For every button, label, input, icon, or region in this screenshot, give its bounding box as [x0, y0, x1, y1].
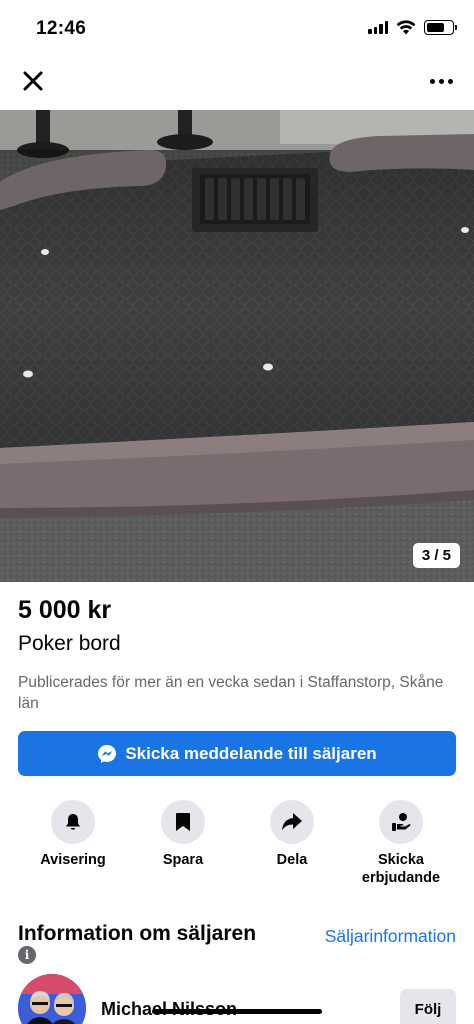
seller-details-link[interactable]: Säljarinformation [325, 926, 456, 947]
status-time: 12:46 [36, 18, 87, 39]
make-offer-button[interactable]: Skicka erbjudande [351, 800, 451, 887]
photo-counter: 3 / 5 [412, 543, 460, 568]
info-icon[interactable]: i [18, 946, 36, 964]
share-circle [270, 800, 314, 844]
message-seller-label: Skicka meddelande till säljaren [125, 743, 377, 763]
notify-circle [51, 800, 95, 844]
share-icon [282, 813, 302, 831]
home-indicator[interactable] [152, 1009, 322, 1014]
notify-button[interactable]: Avisering [23, 800, 123, 869]
share-button[interactable]: Dela [242, 800, 342, 869]
close-button[interactable] [18, 66, 48, 96]
status-icons [368, 20, 457, 35]
listing-photo[interactable]: 3 / 5 [0, 110, 474, 582]
more-options-button[interactable] [424, 66, 458, 96]
make-offer-circle [379, 800, 423, 844]
bookmark-icon [176, 813, 190, 831]
notify-label: Avisering [40, 852, 106, 868]
poker-table-photo [0, 110, 474, 582]
follow-button[interactable]: Följ [400, 989, 456, 1024]
save-button[interactable]: Spara [133, 800, 233, 869]
action-row: Avisering Spara Dela Skicka erbjudande [0, 800, 474, 890]
listing-title: Poker bord [18, 632, 121, 655]
save-circle [161, 800, 205, 844]
save-label: Spara [162, 852, 204, 868]
status-bar: 12:46 [0, 0, 474, 56]
share-label: Dela [276, 852, 308, 868]
top-nav [0, 58, 474, 104]
more-icon [429, 78, 435, 84]
listing-price: 5 000 kr [18, 596, 112, 624]
listing-meta: Publicerades för mer än en vecka sedan i… [18, 674, 444, 712]
seller-avatar[interactable] [18, 974, 86, 1024]
offer-icon [392, 813, 411, 831]
make-offer-label: Skicka erbjudande [361, 852, 441, 886]
bell-icon [66, 814, 80, 830]
seller-avatar-image [18, 974, 86, 1024]
message-seller-button[interactable]: Skicka meddelande till säljaren [18, 731, 456, 776]
messenger-icon [98, 744, 117, 763]
seller-section-heading: Information om säljaren [18, 922, 257, 945]
cellular-signal-icon [368, 21, 388, 34]
wifi-icon [396, 20, 416, 35]
close-icon [23, 71, 43, 91]
battery-icon [424, 20, 457, 35]
